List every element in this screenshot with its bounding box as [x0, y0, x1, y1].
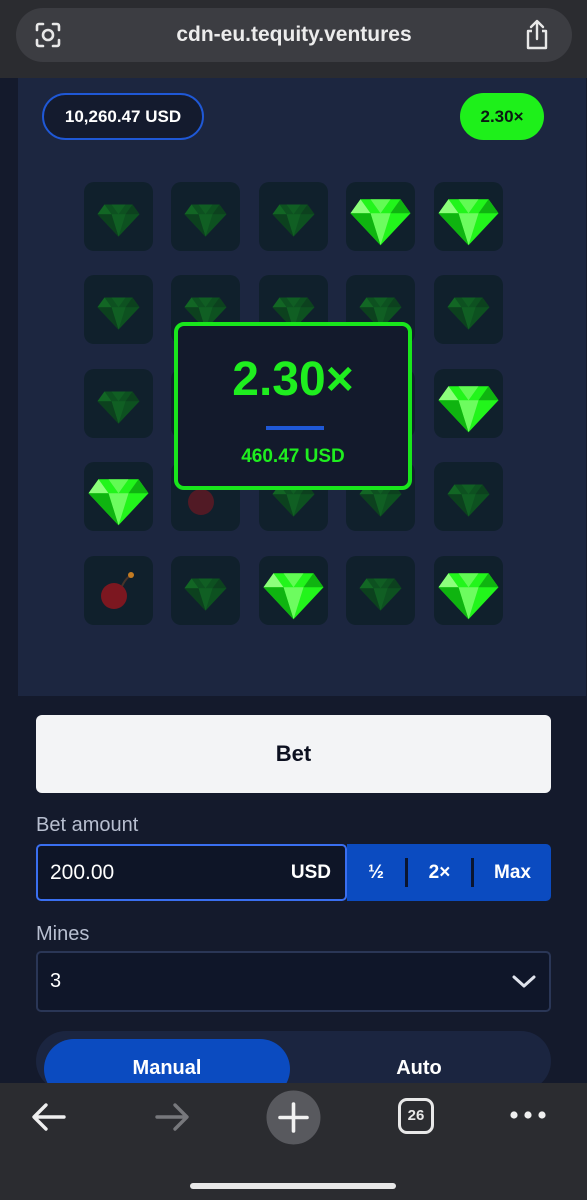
home-indicator: [190, 1183, 396, 1189]
mode-toggle: Manual Auto: [36, 1031, 551, 1099]
gem-icon: [97, 297, 140, 330]
win-result-overlay: 2.30× 460.47 USD: [174, 322, 412, 490]
mine-tile[interactable]: [171, 182, 240, 251]
mines-value: 3: [50, 970, 62, 992]
chevron-down-icon: [512, 975, 536, 988]
result-multiplier: 2.30×: [232, 353, 354, 406]
mines-label: Mines: [36, 923, 90, 945]
mine-tile[interactable]: [84, 556, 153, 625]
result-amount: 460.47 USD: [241, 446, 345, 467]
gem-icon: [359, 578, 402, 611]
mine-tile[interactable]: [434, 182, 503, 251]
address-bar[interactable]: cdn-eu.tequity.ventures: [16, 8, 572, 62]
gem-icon: [97, 391, 140, 424]
mine-tile[interactable]: [84, 462, 153, 531]
mine-tile[interactable]: [434, 462, 503, 531]
share-icon[interactable]: [522, 19, 552, 51]
gem-icon: [438, 199, 499, 246]
tabs-count-icon[interactable]: 26: [398, 1098, 434, 1134]
bomb-icon: [101, 572, 134, 609]
gem-icon: [184, 578, 227, 611]
page-content: 10,260.47 USD 2.30× 2.30× 460.47 USD Bet…: [0, 78, 587, 1099]
mine-tile[interactable]: [434, 556, 503, 625]
multiplier-badge: 2.30×: [460, 93, 544, 140]
bet-amount-input[interactable]: 200.00 USD: [36, 844, 347, 901]
browser-top-bar: cdn-eu.tequity.ventures: [0, 0, 587, 78]
gem-icon: [447, 484, 490, 517]
gem-icon: [88, 479, 149, 526]
mine-tile[interactable]: [346, 556, 415, 625]
half-bet-button[interactable]: ½: [347, 844, 405, 901]
mine-tile[interactable]: [259, 556, 328, 625]
mine-tile[interactable]: [171, 556, 240, 625]
gem-icon: [272, 204, 315, 237]
forward-arrow-icon[interactable]: [153, 1101, 191, 1133]
mine-tile[interactable]: [346, 182, 415, 251]
back-arrow-icon[interactable]: [30, 1101, 68, 1133]
bet-quick-buttons: ½ 2× Max: [347, 844, 551, 901]
bet-amount-label: Bet amount: [36, 814, 139, 836]
bet-currency: USD: [290, 862, 331, 883]
double-bet-button[interactable]: 2×: [408, 844, 471, 901]
bet-button[interactable]: Bet: [36, 715, 551, 793]
gem-icon: [97, 204, 140, 237]
max-bet-button[interactable]: Max: [474, 844, 551, 901]
mine-tile[interactable]: [434, 369, 503, 438]
new-tab-plus-icon[interactable]: [266, 1090, 321, 1145]
mine-tile[interactable]: [84, 275, 153, 344]
gem-icon: [350, 199, 411, 246]
gem-icon: [438, 386, 499, 433]
mine-tile[interactable]: [84, 182, 153, 251]
balance-display: 10,260.47 USD: [42, 93, 204, 140]
gem-icon: [447, 297, 490, 330]
mines-select[interactable]: 3: [36, 951, 551, 1012]
gem-icon: [184, 204, 227, 237]
more-options-icon[interactable]: [509, 1109, 547, 1121]
mine-tile[interactable]: [259, 182, 328, 251]
mine-tile[interactable]: [84, 369, 153, 438]
mine-tile[interactable]: [434, 275, 503, 344]
url-text: cdn-eu.tequity.ventures: [176, 23, 412, 46]
gem-icon: [263, 573, 324, 620]
result-divider: [266, 426, 324, 430]
gem-icon: [438, 573, 499, 620]
bet-amount-value: 200.00: [50, 861, 115, 884]
game-board-panel: 10,260.47 USD 2.30× 2.30× 460.47 USD: [18, 78, 586, 696]
